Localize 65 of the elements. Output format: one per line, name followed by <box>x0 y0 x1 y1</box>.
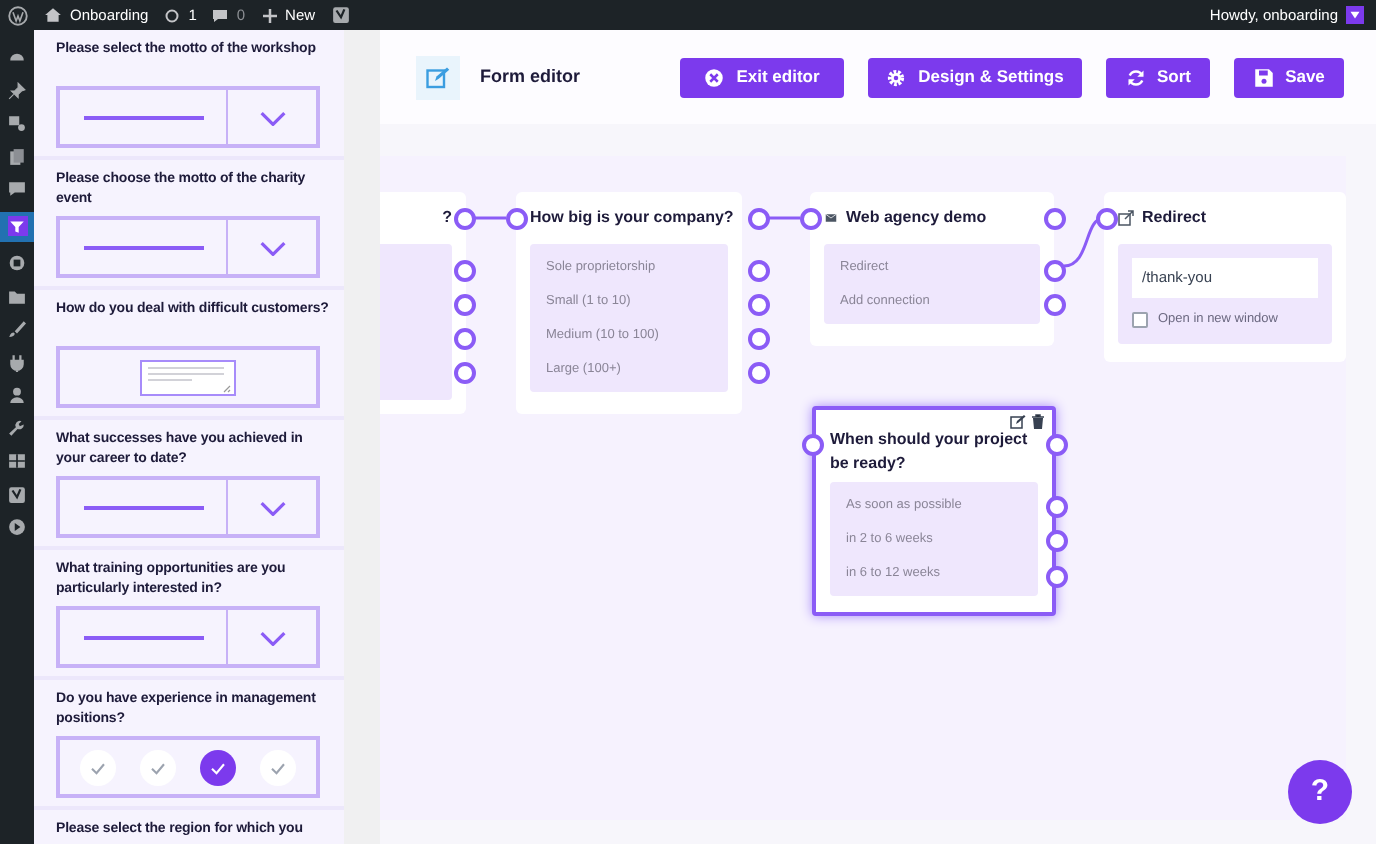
textarea-icon <box>140 359 236 395</box>
textarea-field[interactable] <box>56 346 320 408</box>
chevron-down-icon <box>259 629 285 645</box>
save-button[interactable]: Save <box>1234 57 1344 97</box>
connection-port[interactable] <box>799 207 821 229</box>
gauge-icon[interactable] <box>8 48 26 66</box>
node-card[interactable]: ? <box>380 192 466 414</box>
select-field[interactable] <box>56 216 320 278</box>
connection-port[interactable] <box>747 293 769 315</box>
node-title: ? <box>440 206 452 230</box>
menu-item[interactable] <box>0 211 34 241</box>
refresh-icon <box>1125 67 1145 87</box>
pin-icon[interactable] <box>8 81 26 99</box>
connector-line <box>768 216 800 220</box>
line-placeholder-icon <box>83 115 203 119</box>
pages-icon[interactable] <box>8 147 26 165</box>
exit-button[interactable]: Exit editor <box>680 57 844 97</box>
connection-port[interactable] <box>747 361 769 383</box>
choice-option[interactable] <box>200 749 236 785</box>
connection-port[interactable] <box>801 433 823 455</box>
close-circle-icon <box>704 67 725 87</box>
connection-port[interactable] <box>1095 207 1117 229</box>
line-placeholder-icon <box>83 635 203 639</box>
chevron-down-icon <box>259 109 285 125</box>
grid-icon[interactable] <box>8 452 26 470</box>
external-link-icon <box>1118 210 1134 226</box>
select-field[interactable] <box>56 86 320 148</box>
checkbox[interactable] <box>1132 311 1148 328</box>
plus-icon <box>261 7 278 23</box>
page-title: Form editor <box>480 63 581 90</box>
line-placeholder-icon <box>83 245 203 249</box>
brush-icon[interactable] <box>8 320 26 338</box>
select-field[interactable] <box>56 476 320 538</box>
user-icon[interactable] <box>8 386 26 404</box>
chevron-down-icon <box>259 239 285 255</box>
connection-port[interactable] <box>747 207 769 229</box>
refresh-icon <box>164 7 181 23</box>
media-icon[interactable] <box>8 114 26 132</box>
connection-port[interactable] <box>747 327 769 349</box>
folder-icon[interactable] <box>8 287 26 305</box>
home-icon <box>44 6 62 24</box>
node-title: How big is your company? <box>530 206 734 230</box>
comment-icon[interactable] <box>8 180 26 198</box>
plug-icon[interactable] <box>8 353 26 371</box>
envelope-icon <box>824 212 838 224</box>
connection-port[interactable] <box>747 259 769 281</box>
node-title: Redirect <box>1142 206 1207 230</box>
edit-icon <box>426 65 450 89</box>
wrench-icon[interactable] <box>8 419 26 437</box>
line-placeholder-icon <box>83 505 203 509</box>
chevron-down-icon <box>259 499 285 515</box>
settings-button[interactable]: Design & Settings <box>868 57 1082 97</box>
comment-icon <box>212 7 229 23</box>
connection-port[interactable] <box>505 207 527 229</box>
edit-icon[interactable] <box>1010 414 1026 430</box>
select-field[interactable] <box>56 606 320 668</box>
funnel-icon <box>8 217 26 235</box>
play-icon[interactable] <box>8 518 26 536</box>
gear-icon <box>886 67 907 87</box>
node-title: When should your project be ready? <box>830 427 1030 475</box>
connector-line <box>474 216 506 220</box>
trash-icon[interactable] <box>1030 414 1046 430</box>
sort-button[interactable]: Sort <box>1106 57 1210 97</box>
node-title: Web agency demo <box>846 206 987 230</box>
circle-icon[interactable] <box>8 254 26 272</box>
